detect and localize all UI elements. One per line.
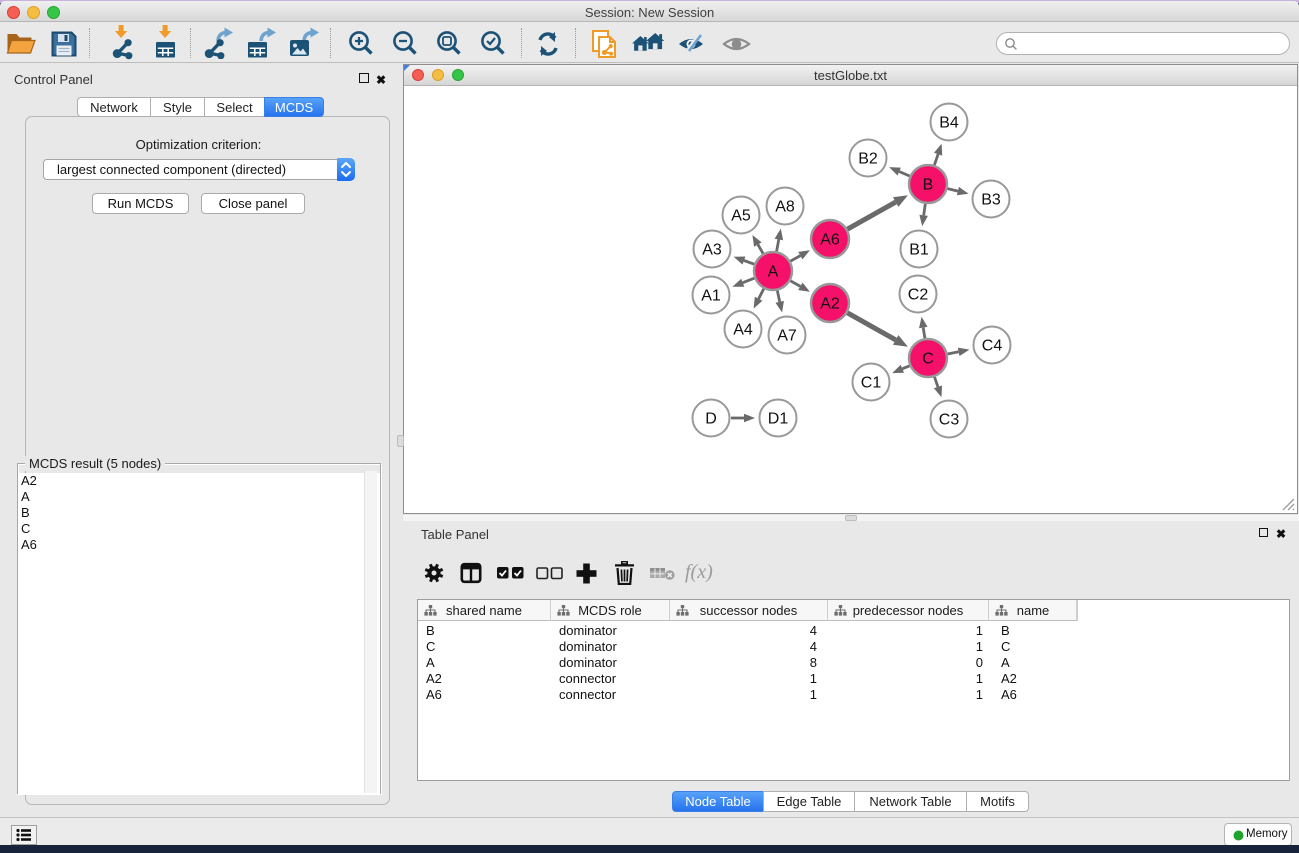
svg-text:D: D [705,411,717,428]
svg-text:B4: B4 [939,115,959,132]
svg-text:A8: A8 [775,199,795,216]
svg-text:A7: A7 [777,328,797,345]
svg-text:B3: B3 [981,192,1001,209]
svg-text:B1: B1 [909,242,929,259]
svg-text:A4: A4 [733,322,753,339]
svg-text:A1: A1 [701,288,721,305]
svg-text:C2: C2 [908,287,929,304]
svg-text:A5: A5 [731,208,751,225]
svg-text:A: A [768,264,779,281]
svg-text:B: B [923,177,934,194]
svg-text:A2: A2 [820,296,840,313]
svg-text:D1: D1 [768,411,789,428]
svg-text:B2: B2 [858,151,878,168]
svg-text:C3: C3 [939,412,960,429]
svg-text:C4: C4 [982,338,1003,355]
svg-text:A3: A3 [702,242,722,259]
svg-text:C1: C1 [861,375,882,392]
svg-text:C: C [922,351,934,368]
svg-text:A6: A6 [820,232,840,249]
